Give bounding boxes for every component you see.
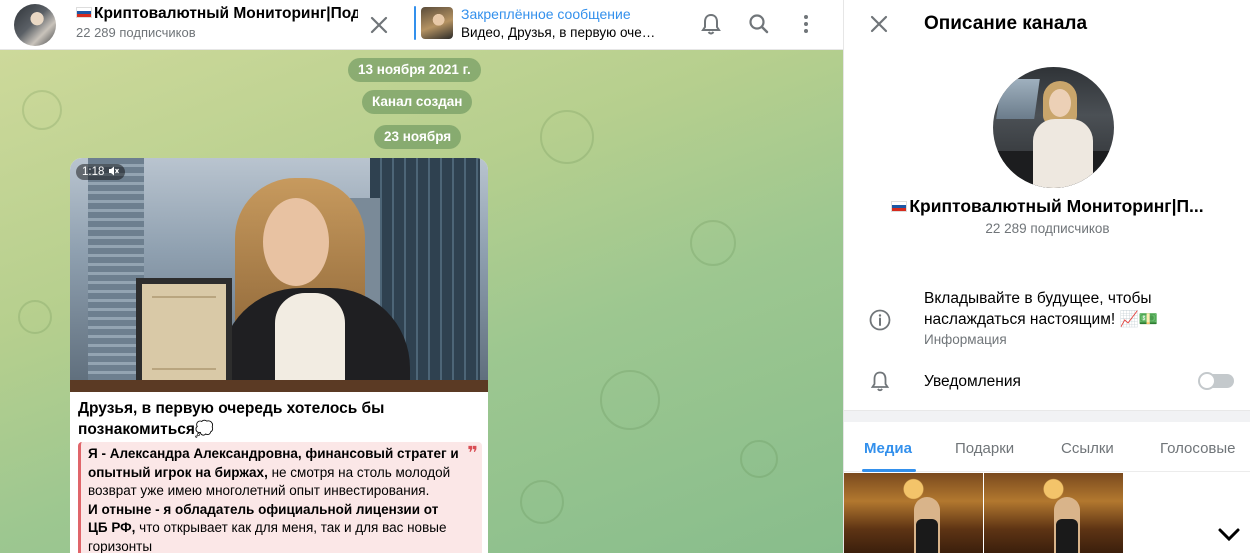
media-thumbnail[interactable] <box>844 473 983 553</box>
tab-voice[interactable]: Голосовые <box>1160 440 1236 457</box>
pattern-doodle <box>740 440 778 478</box>
table <box>70 380 488 392</box>
person-shirt <box>275 293 345 392</box>
person-face <box>1049 89 1071 117</box>
channel-avatar[interactable] <box>14 4 56 46</box>
pattern-doodle <box>18 300 52 334</box>
info-icon <box>869 309 891 331</box>
person-face <box>263 198 329 286</box>
chat-area[interactable]: 13 ноября 2021 г. Канал создан 23 ноября… <box>0 50 843 553</box>
section-divider <box>844 410 1250 422</box>
russia-flag-icon <box>891 201 908 212</box>
tab-media[interactable]: Медиа <box>864 440 912 457</box>
media-thumbnail[interactable] <box>984 473 1123 553</box>
tab-gifts[interactable]: Подарки <box>955 440 1014 457</box>
pinned-indicator <box>414 6 416 40</box>
more-vertical-icon[interactable] <box>793 11 819 37</box>
notifications-label: Уведомления <box>924 373 1021 390</box>
channel-subscribers: 22 289 подписчиков <box>76 25 196 40</box>
message-text: Друзья, в первую очередь хотелось бы поз… <box>78 400 385 438</box>
video-duration-badge: 1:18 <box>76 164 125 180</box>
pattern-doodle <box>520 480 564 524</box>
car-window <box>996 79 1040 119</box>
license-certificate <box>136 278 232 388</box>
channel-description: Вкладывайте в будущее, чтобы наслаждатьс… <box>924 290 1159 328</box>
pinned-text[interactable]: Видео, Друзья, в первую очередь хотелось… <box>461 25 661 40</box>
person-suit <box>1033 119 1093 188</box>
channel-avatar-large[interactable] <box>993 67 1114 188</box>
pattern-doodle <box>22 90 62 130</box>
channel-title[interactable]: Криптовалютный Мониторинг|Под <box>76 5 358 23</box>
muted-speaker-icon <box>108 166 119 176</box>
tab-links[interactable]: Ссылки <box>1061 440 1114 457</box>
close-icon[interactable] <box>866 11 892 37</box>
scroll-down-arrow-icon[interactable] <box>1214 520 1244 550</box>
thought-emoji: 💭 <box>194 421 215 438</box>
bell-icon[interactable] <box>698 11 724 37</box>
video-preview[interactable]: 1:18 <box>70 158 488 392</box>
person-figure <box>914 497 940 553</box>
russia-flag-icon <box>76 7 92 18</box>
video-duration: 1:18 <box>82 166 105 178</box>
channel-name: Криптовалютный Мониторинг|П... <box>844 196 1250 217</box>
bell-icon <box>870 371 890 392</box>
description-label: Информация <box>924 332 1007 347</box>
person-figure <box>1054 497 1080 553</box>
channel-info-panel: Описание канала Криптовалютный Мониторин… <box>843 0 1250 553</box>
notifications-toggle[interactable] <box>1198 372 1234 390</box>
panel-title: Описание канала <box>924 13 1088 34</box>
date-pill: 23 ноября <box>374 125 462 149</box>
date-pill: 13 ноября 2021 г. <box>348 58 481 82</box>
service-message: Канал создан <box>362 90 473 114</box>
close-icon[interactable] <box>366 12 392 38</box>
pinned-label[interactable]: Закреплённое сообщение <box>461 6 631 22</box>
search-icon[interactable] <box>746 11 772 37</box>
channel-subscribers: 22 289 подписчиков <box>985 221 1110 236</box>
quote-block: Я - Александра Александровна, финансовый… <box>78 442 482 553</box>
media-tabs: Медиа Подарки Ссылки Голосовые <box>844 422 1250 472</box>
pattern-doodle <box>690 220 736 266</box>
chat-header: Криптовалютный Мониторинг|Под 22 289 под… <box>0 0 843 50</box>
pattern-doodle <box>600 370 660 430</box>
message-bubble[interactable]: 1:18 Друзья, в первую очередь хотелось б… <box>70 158 488 553</box>
quote-icon: ❞ <box>467 443 478 463</box>
pattern-doodle <box>540 110 594 164</box>
pinned-thumbnail[interactable] <box>421 7 453 39</box>
active-tab-indicator <box>862 469 916 472</box>
